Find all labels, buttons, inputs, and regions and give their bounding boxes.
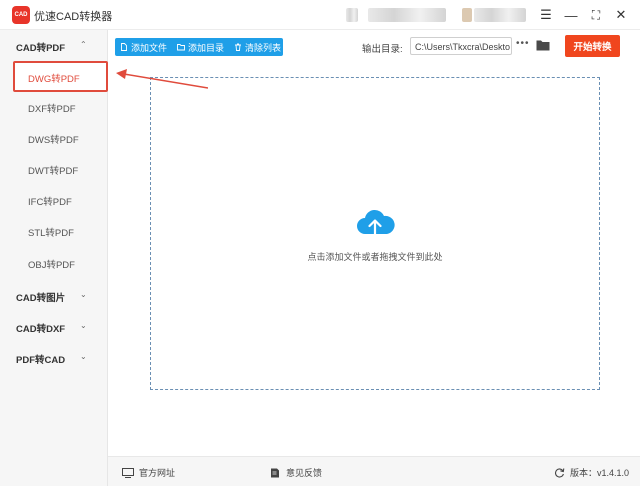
refresh-icon	[555, 468, 565, 478]
sidebar-group-pdf-to-cad[interactable]: PDF转CAD ⌄	[0, 346, 108, 370]
maximize-button[interactable]: ⛶	[586, 5, 606, 25]
official-website-link[interactable]: 官方网址	[122, 466, 175, 479]
folder-icon	[177, 44, 185, 51]
menu-icon[interactable]: ☰	[536, 5, 556, 25]
feedback-link[interactable]: 意见反馈	[269, 466, 322, 479]
sidebar-group-label: CAD转图片	[16, 293, 66, 304]
sidebar-item-label: DXF转PDF	[28, 104, 76, 115]
sidebar-item-label: DWT转PDF	[28, 166, 79, 177]
sidebar-item-label: OBJ转PDF	[28, 260, 75, 271]
clear-list-label: 清除列表	[245, 42, 282, 53]
annotation-arrow	[116, 69, 208, 89]
trash-icon	[235, 43, 242, 51]
output-directory-label: 输出目录:	[362, 44, 403, 55]
sidebar-item-label: DWG转PDF	[28, 74, 80, 85]
file-icon	[121, 43, 127, 51]
add-file-button[interactable]: 添加文件	[115, 38, 172, 56]
sidebar-item-label: IFC转PDF	[28, 197, 72, 208]
clear-list-button[interactable]: 清除列表	[229, 38, 286, 56]
app-title: 优速CAD转换器	[34, 11, 113, 23]
file-drop-zone[interactable]: 点击添加文件或者拖拽文件到此处	[150, 77, 600, 390]
version-label: 版本：v1.4.1.0	[570, 468, 630, 478]
start-convert-button[interactable]: 开始转换	[565, 35, 620, 57]
sidebar-item-label: DWS转PDF	[28, 135, 79, 146]
browse-more-button[interactable]: •••	[516, 38, 530, 49]
blurred-account-icon	[346, 8, 358, 22]
sidebar-group-cad-to-dxf[interactable]: CAD转DXF ⌄	[0, 315, 108, 339]
sidebar-item-ifc-to-pdf[interactable]: IFC转PDF	[14, 186, 108, 214]
sidebar-item-dxf-to-pdf[interactable]: DXF转PDF	[14, 93, 108, 121]
sidebar-group-label: PDF转CAD	[16, 355, 66, 366]
sidebar-item-dwg-to-pdf[interactable]: DWG转PDF	[13, 61, 108, 92]
add-file-label: 添加文件	[131, 42, 168, 53]
sidebar-group-label: CAD转DXF	[16, 324, 66, 335]
blurred-avatar	[462, 8, 472, 22]
sidebar-item-label: STL转PDF	[28, 228, 74, 239]
title-bar: CAD 优速CAD转换器 ☰ — ⛶ ✕	[0, 0, 640, 30]
open-folder-icon[interactable]	[536, 39, 550, 51]
footer: 官方网址 意见反馈 版本：v1.4.1.0	[108, 456, 640, 486]
sidebar-group-cad-to-pdf[interactable]: CAD转PDF ⌃	[0, 34, 108, 58]
sidebar-group-label: CAD转PDF	[16, 43, 66, 54]
chevron-down-icon: ⌄	[80, 290, 87, 299]
sidebar-group-cad-to-image[interactable]: CAD转图片 ⌄	[0, 284, 108, 308]
add-folder-button[interactable]: 添加目录	[172, 38, 229, 56]
chevron-down-icon: ⌄	[80, 321, 87, 330]
monitor-icon	[122, 467, 134, 478]
cloud-upload-icon	[357, 209, 395, 238]
official-website-label: 官方网址	[139, 468, 176, 478]
blurred-user-info	[474, 8, 526, 22]
sidebar: CAD转PDF ⌃ DWG转PDF DXF转PDF DWS转PDF DWT转PD…	[0, 30, 108, 486]
blurred-account-info	[368, 8, 446, 22]
feedback-label: 意见反馈	[286, 468, 323, 478]
close-button[interactable]: ✕	[611, 5, 631, 25]
feedback-icon	[271, 468, 279, 477]
sidebar-item-dwt-to-pdf[interactable]: DWT转PDF	[14, 155, 108, 183]
sidebar-item-stl-to-pdf[interactable]: STL转PDF	[14, 217, 108, 245]
file-toolbar: 添加文件 添加目录 清除列表	[115, 38, 283, 56]
chevron-up-icon: ⌃	[80, 40, 87, 49]
output-directory-field[interactable]: C:\Users\Tkxcra\Deskto	[410, 37, 512, 55]
minimize-button[interactable]: —	[561, 5, 581, 25]
app-logo: CAD	[12, 6, 30, 24]
sidebar-item-dws-to-pdf[interactable]: DWS转PDF	[14, 124, 108, 152]
chevron-down-icon: ⌄	[80, 352, 87, 361]
version-info[interactable]: 版本：v1.4.1.0	[554, 466, 629, 479]
drop-hint-text: 点击添加文件或者拖拽文件到此处	[307, 252, 443, 262]
sidebar-item-obj-to-pdf[interactable]: OBJ转PDF	[14, 249, 108, 277]
add-folder-label: 添加目录	[188, 42, 225, 53]
